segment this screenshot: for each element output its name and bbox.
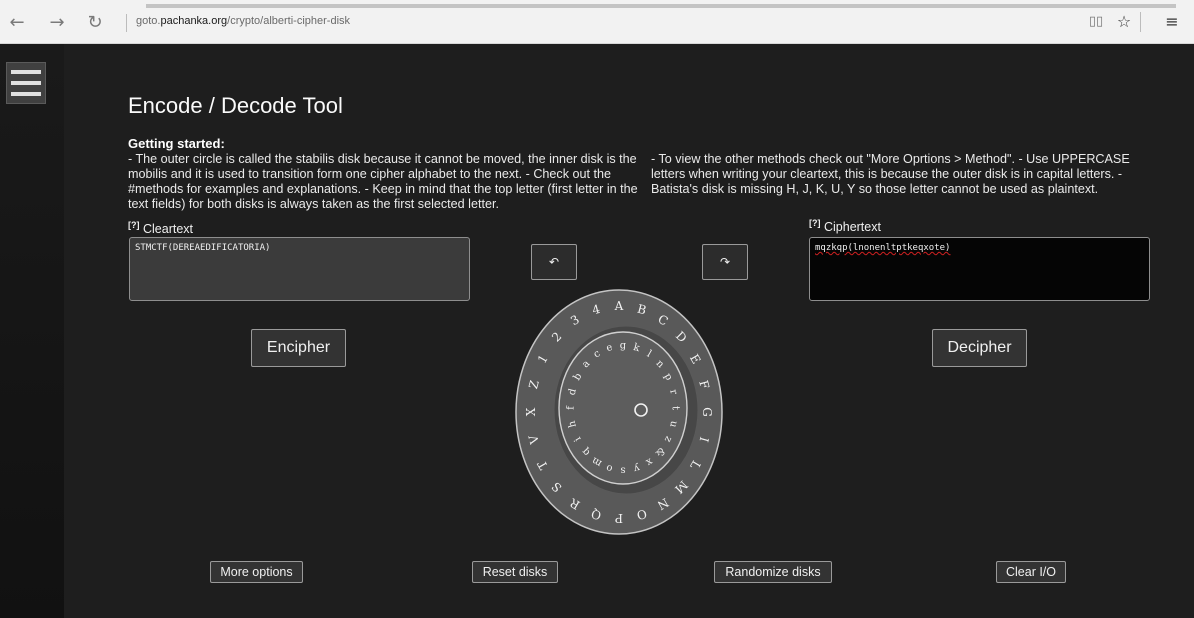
ciphertext-input[interactable]: mqzkqp(lnonenltptkeqxote) bbox=[809, 237, 1150, 301]
getting-started-title: Getting started: bbox=[128, 136, 225, 151]
loading-bar bbox=[146, 4, 1176, 8]
menu-icon-bar bbox=[11, 81, 41, 85]
ciphertext-label: [?] Ciphertext bbox=[809, 218, 881, 235]
randomize-disks-button[interactable]: Randomize disks bbox=[714, 561, 832, 583]
alberti-cipher-disk[interactable]: A BCDEFGILMNOPQRSTVXZ1234 g klnprtuz&xysom… bbox=[514, 288, 724, 536]
reset-disks-button[interactable]: Reset disks bbox=[472, 561, 558, 583]
getting-started-right-text: - To view the other methods check out "M… bbox=[651, 152, 1130, 196]
encipher-button[interactable]: Encipher bbox=[251, 329, 346, 367]
menu-icon-bar bbox=[11, 92, 41, 96]
inner-letter-12: s bbox=[620, 465, 625, 476]
inner-letter-6: t bbox=[670, 406, 681, 410]
menu-icon-bar bbox=[11, 70, 41, 74]
ciphertext-help-link[interactable]: [?] bbox=[809, 218, 821, 228]
url-prefix: goto. bbox=[136, 15, 161, 27]
rotate-right-button[interactable]: ↷ bbox=[702, 244, 748, 280]
rotate-right-icon: ↷ bbox=[719, 255, 731, 269]
address-bar[interactable]: goto.pachanka.org/crypto/alberti-cipher-… bbox=[136, 15, 350, 27]
url-domain: pachanka.org bbox=[160, 15, 228, 27]
page-title: Encode / Decode Tool bbox=[128, 93, 343, 118]
cleartext-help-link[interactable]: [?] bbox=[128, 220, 140, 230]
browser-toolbar: ← → ↻ goto.pachanka.org/crypto/alberti-c… bbox=[0, 0, 1194, 44]
menu-icon[interactable] bbox=[6, 62, 46, 104]
sidebar bbox=[0, 44, 64, 618]
outer-letter-6: G bbox=[700, 407, 714, 417]
more-options-button[interactable]: More options bbox=[210, 561, 303, 583]
favorite-icon[interactable]: ☆ bbox=[1112, 10, 1136, 34]
outer-letter-12: P bbox=[615, 511, 623, 525]
outer-letter-18: X bbox=[524, 407, 538, 416]
decipher-button[interactable]: Decipher bbox=[932, 329, 1027, 367]
inner-disk[interactable] bbox=[558, 331, 688, 485]
ciphertext-value: mqzkqp(lnonenltptkeqxote) bbox=[815, 243, 951, 253]
clear-io-button[interactable]: Clear I/O bbox=[996, 561, 1066, 583]
inner-letter-0: g bbox=[620, 341, 627, 352]
cleartext-label: [?] Cleartext bbox=[128, 220, 194, 237]
forward-icon[interactable]: → bbox=[46, 12, 68, 34]
rotate-left-icon: ↶ bbox=[548, 255, 560, 269]
refresh-icon[interactable]: ↻ bbox=[84, 12, 106, 34]
hub-icon[interactable]: ≡ bbox=[1160, 10, 1184, 34]
back-icon[interactable]: ← bbox=[6, 12, 28, 34]
cleartext-input[interactable]: STMCTF(DEREAEDIFICATORIA) bbox=[129, 237, 470, 301]
reading-view-icon[interactable]: ▯▯ bbox=[1084, 10, 1108, 34]
address-separator bbox=[126, 14, 127, 32]
url-path: /crypto/alberti-cipher-disk bbox=[227, 15, 351, 27]
outer-letter-0: A bbox=[614, 299, 624, 313]
rotate-left-button[interactable]: ↶ bbox=[531, 244, 577, 280]
getting-started-left-text: - The outer circle is called the stabili… bbox=[128, 152, 638, 211]
toolbar-separator bbox=[1140, 12, 1141, 32]
